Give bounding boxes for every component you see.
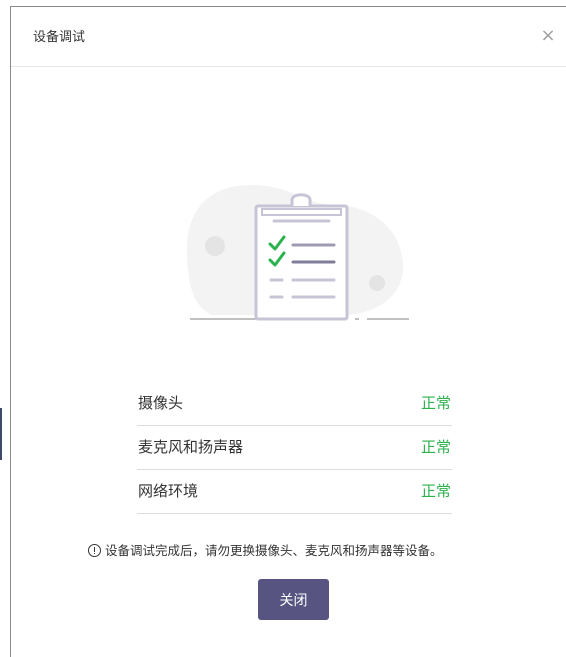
status-row-camera: 摄像头 正常 (137, 382, 452, 426)
close-icon[interactable]: × (540, 27, 556, 45)
notice-message: 设备调试完成后，请勿更换摄像头、麦克风和扬声器等设备。 (88, 542, 508, 560)
notice-text: 设备调试完成后，请勿更换摄像头、麦克风和扬声器等设备。 (105, 543, 443, 558)
status-row-network: 网络环境 正常 (137, 470, 452, 514)
dialog-title: 设备调试 (33, 30, 86, 45)
status-label: 摄像头 (138, 394, 184, 412)
status-row-mic-speaker: 麦克风和扬声器 正常 (137, 426, 452, 470)
background-window-edge (0, 408, 2, 460)
close-button[interactable]: 关闭 (258, 579, 329, 620)
clipboard-checklist-icon (186, 185, 409, 321)
info-circle-icon (88, 544, 101, 557)
device-test-dialog: 设备调试 × 摄像头 正常 麦克风和扬声器 正常 网络环境 正常 设备调试完成后… (10, 6, 566, 657)
status-label: 网络环境 (138, 482, 199, 500)
status-value: 正常 (420, 438, 451, 456)
status-value: 正常 (420, 394, 451, 412)
device-status-list: 摄像头 正常 麦克风和扬声器 正常 网络环境 正常 (137, 382, 452, 514)
status-label: 麦克风和扬声器 (138, 438, 244, 456)
dialog-header: 设备调试 × (11, 7, 566, 67)
status-value: 正常 (420, 482, 451, 500)
